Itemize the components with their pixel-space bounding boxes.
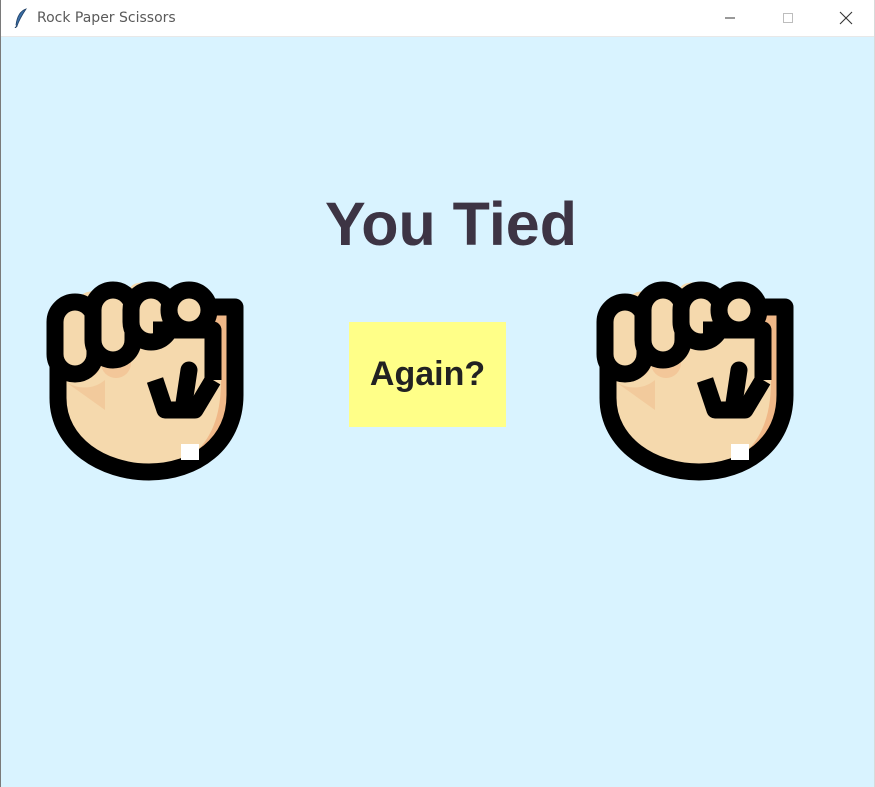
computer-rock-fist-icon bbox=[596, 281, 794, 481]
player-rock-fist-icon bbox=[46, 281, 244, 481]
window-title: Rock Paper Scissors bbox=[37, 10, 176, 26]
minimize-icon bbox=[725, 17, 735, 19]
app-window: Rock Paper Scissors You Tied Again? bbox=[0, 0, 875, 787]
game-area: You Tied Again? bbox=[1, 37, 874, 787]
maximize-button[interactable] bbox=[759, 0, 817, 36]
title-bar[interactable]: Rock Paper Scissors bbox=[1, 0, 874, 37]
minimize-button[interactable] bbox=[701, 0, 759, 36]
result-text: You Tied bbox=[325, 190, 577, 258]
feather-icon bbox=[14, 8, 27, 28]
close-icon bbox=[839, 11, 853, 25]
close-button[interactable] bbox=[817, 0, 874, 36]
again-button[interactable]: Again? bbox=[349, 322, 506, 427]
maximize-icon bbox=[783, 13, 793, 23]
